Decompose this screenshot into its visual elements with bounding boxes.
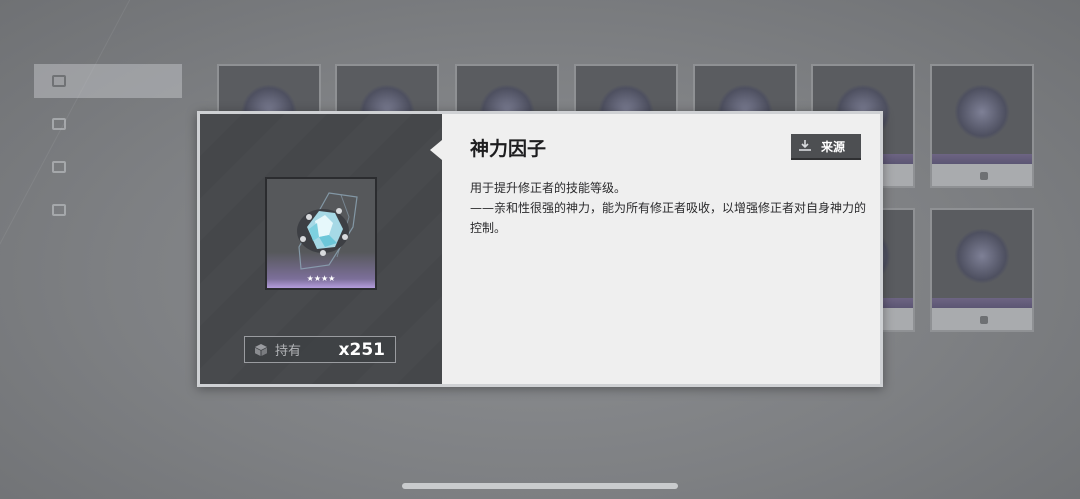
home-indicator-bar[interactable]	[402, 483, 678, 489]
card-footer	[932, 164, 1032, 186]
menu-icon	[52, 75, 66, 87]
card-pip	[980, 316, 988, 324]
item-info-panel: 神力因子 来源 用于提升修正者的技能等级。 ——亲和性很强的神力，能为所有修正者…	[442, 114, 880, 384]
item-name: 神力因子	[470, 138, 547, 160]
background-menu-item[interactable]	[34, 107, 182, 141]
background-menu-item[interactable]	[34, 64, 182, 98]
background-sidebar	[34, 64, 182, 236]
bag-icon	[255, 343, 267, 356]
card-footer	[932, 308, 1032, 330]
item-description: 用于提升修正者的技能等级。 ——亲和性很强的神力，能为所有修正者吸收，以增强修正…	[470, 178, 866, 238]
menu-icon	[52, 161, 66, 173]
card-pip	[980, 172, 988, 180]
background-item-card[interactable]	[930, 64, 1034, 188]
menu-icon	[52, 204, 66, 216]
item-preview-panel: ★★★★ 持有 x251	[200, 114, 442, 384]
download-icon	[799, 140, 811, 151]
item-icon-frame: ★★★★	[265, 177, 377, 290]
callout-pointer	[430, 140, 442, 160]
rarity-stars: ★★★★	[306, 274, 336, 283]
rarity-strip	[932, 154, 1032, 164]
description-line: 用于提升修正者的技能等级。	[470, 181, 627, 195]
owned-count-box: 持有 x251	[244, 336, 396, 363]
source-button-label: 来源	[821, 139, 846, 154]
item-art	[954, 228, 1010, 284]
background-item-card[interactable]	[930, 208, 1034, 332]
rarity-strip	[932, 298, 1032, 308]
description-line: ——亲和性很强的神力，能为所有修正者吸收，以增强修正者对自身神力的控制。	[470, 201, 867, 235]
crystal-gem-icon	[297, 192, 358, 270]
item-detail-modal: ★★★★ 持有 x251 神力因子 来源 用于提升修正者的技能等级。 ——亲和性…	[197, 111, 883, 387]
owned-count: x251	[338, 339, 385, 360]
background-menu-item[interactable]	[34, 193, 182, 227]
background-menu-item[interactable]	[34, 150, 182, 184]
owned-label: 持有	[275, 344, 302, 359]
menu-icon	[52, 118, 66, 130]
item-art	[954, 84, 1010, 140]
source-button[interactable]: 来源	[791, 134, 861, 158]
